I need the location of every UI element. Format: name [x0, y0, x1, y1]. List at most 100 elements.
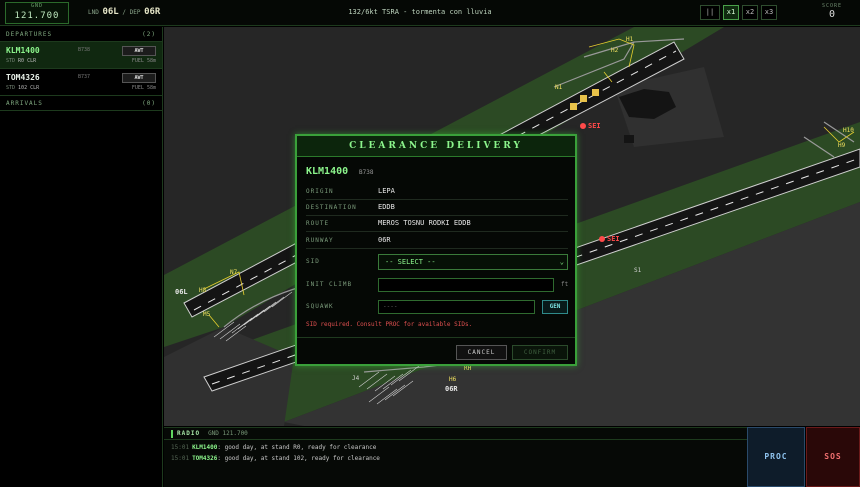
strip-fuel: FUEL 58m: [131, 58, 156, 64]
speed-x3-button[interactable]: x3: [761, 5, 777, 20]
strip-aircraft-type: B738: [78, 47, 91, 53]
origin-value: LEPA: [378, 187, 395, 195]
departures-header[interactable]: DEPARTURES (2): [0, 27, 162, 42]
radio-message: 15:01 KLM1400: good day, at stand R0, rea…: [171, 444, 376, 451]
strip-fuel: FUEL 58m: [131, 85, 156, 91]
sei-label: SEI: [607, 235, 620, 243]
frequency-display: GND 121.700: [5, 2, 69, 24]
taxiway-h6-label: H6: [449, 376, 457, 383]
taxiway-h1-label: H1: [626, 36, 634, 43]
taxiway-j4-label: J4: [352, 375, 360, 382]
squawk-label: SQUAWK: [306, 303, 334, 310]
dialog-flight-header: KLM1400 B738: [306, 166, 373, 177]
taxiway-s1-label: S1: [634, 267, 642, 274]
landing-runway: 06L: [102, 7, 119, 17]
destination-row: DESTINATION EDDB: [306, 200, 568, 216]
sos-button[interactable]: SOS: [806, 427, 860, 487]
speed-x1-button[interactable]: x1: [723, 5, 739, 20]
departure-runway: 06R: [144, 7, 161, 17]
dialog-aircraft-type: B738: [358, 169, 374, 176]
runway-row: RUNWAY 06R: [306, 233, 568, 249]
clearance-delivery-dialog: CLEARANCE DELIVERY KLM1400 B738 ORIGIN L…: [295, 134, 577, 366]
strip-callsign: TOM4326: [6, 73, 40, 82]
taxiway-m5-label: M5: [203, 311, 211, 318]
stand-marker[interactable]: [592, 89, 599, 96]
sid-select[interactable]: -- SELECT -- ⌄: [378, 254, 568, 270]
destination-value: EDDB: [378, 203, 395, 211]
taxiway-h2-label: H2: [611, 47, 619, 54]
runway-label: RUNWAY: [306, 237, 334, 244]
sid-select-value: -- SELECT --: [385, 258, 436, 266]
route-row: ROUTE MEROS TOSNU RODKI EDDB: [306, 216, 568, 232]
frequency-label: GND: [30, 3, 44, 9]
sei-marker[interactable]: SEI: [599, 235, 620, 243]
arrivals-count: (0): [142, 100, 156, 107]
radio-frequency: GND 121.700: [208, 430, 248, 437]
pause-button[interactable]: ||: [700, 5, 720, 20]
flight-strips-panel: DEPARTURES (2) KLM1400 B738 AWT STD R0 C…: [0, 27, 163, 487]
taxiway-h9-label: H9: [838, 142, 846, 149]
route-label: ROUTE: [306, 220, 330, 227]
message-text: : good day, at stand 102, ready for clea…: [217, 455, 380, 462]
departures-label: DEPARTURES: [6, 31, 53, 38]
flight-strip[interactable]: TOM4326 B737 AWT STD 102 CLR FUEL 58m: [0, 69, 162, 96]
strip-stand-info: STD 102 CLR: [6, 85, 40, 91]
sid-label: SID: [306, 258, 320, 265]
departure-label: DEP: [129, 9, 141, 16]
score-display: SCORE 0: [812, 3, 852, 20]
flight-strip[interactable]: KLM1400 B738 AWT STD R0 CLR FUEL 58m: [0, 42, 162, 69]
stand-marker[interactable]: [580, 95, 587, 102]
strip-stand-info: STD R0 CLR: [6, 58, 37, 64]
init-climb-input[interactable]: [378, 278, 554, 292]
runway-06l-label: 06L: [175, 288, 188, 296]
score-value: 0: [828, 9, 836, 20]
climb-unit-label: ft: [561, 281, 569, 288]
proc-button[interactable]: PROC: [747, 427, 805, 487]
taxiway-h10-label: H10: [843, 127, 854, 134]
departures-count: (2): [142, 31, 156, 38]
destination-label: DESTINATION: [306, 204, 357, 211]
runway-info: LND 06L / DEP 06R: [88, 7, 160, 17]
confirm-button[interactable]: CONFIRM: [512, 345, 568, 360]
taxiway-n1-label: N1: [555, 84, 563, 91]
weather-info: 132/6kt TSRA - tormenta con lluvia: [348, 8, 492, 16]
frequency-value: 121.700: [14, 11, 60, 21]
chevron-down-icon: ⌄: [559, 258, 564, 266]
dialog-title: CLEARANCE DELIVERY: [297, 136, 575, 157]
origin-label: ORIGIN: [306, 188, 334, 195]
squawk-input[interactable]: ----: [378, 300, 535, 314]
init-climb-label: INIT CLIMB: [306, 281, 353, 288]
landing-label: LND: [88, 9, 99, 16]
radio-title: RADIO: [177, 430, 201, 437]
route-value: MEROS TOSNU RODKI EDDB: [378, 219, 471, 227]
origin-row: ORIGIN LEPA: [306, 184, 568, 200]
dialog-divider: [297, 337, 575, 338]
message-time: 15:01: [171, 455, 190, 462]
arrivals-label: ARRIVALS: [6, 100, 43, 107]
arrivals-header[interactable]: ARRIVALS (0): [0, 96, 162, 111]
runway-value: 06R: [378, 236, 391, 244]
sei-label: SEI: [588, 122, 601, 130]
radio-indicator-icon: [171, 429, 173, 438]
generate-squawk-button[interactable]: GEN: [542, 300, 568, 314]
message-time: 15:01: [171, 444, 190, 451]
runway-06r-label: 06R: [445, 385, 458, 393]
taxiway-n7-label: N7: [230, 269, 238, 276]
message-callsign: TOM4326: [192, 455, 218, 462]
taxiway-rh-label: RH: [464, 365, 472, 372]
speed-x2-button[interactable]: x2: [742, 5, 758, 20]
message-callsign: KLM1400: [192, 444, 218, 451]
taxiway-h8-label: H8: [199, 287, 207, 294]
strip-status-button[interactable]: AWT: [122, 73, 156, 83]
validation-error: SID required. Consult PROC for available…: [306, 321, 473, 328]
hangar-building: [624, 135, 634, 143]
stand-marker[interactable]: [570, 103, 577, 110]
runway-separator: /: [122, 9, 126, 16]
cancel-button[interactable]: CANCEL: [456, 345, 507, 360]
strip-status-button[interactable]: AWT: [122, 46, 156, 56]
strip-callsign: KLM1400: [6, 46, 40, 55]
top-bar: GND 121.700 LND 06L / DEP 06R 132/6kt TS…: [0, 0, 860, 26]
radio-header: RADIO GND 121.700: [164, 428, 747, 440]
sei-marker[interactable]: SEI: [580, 122, 601, 130]
radio-message: 15:01 TOM4326: good day, at stand 102, re…: [171, 455, 380, 462]
